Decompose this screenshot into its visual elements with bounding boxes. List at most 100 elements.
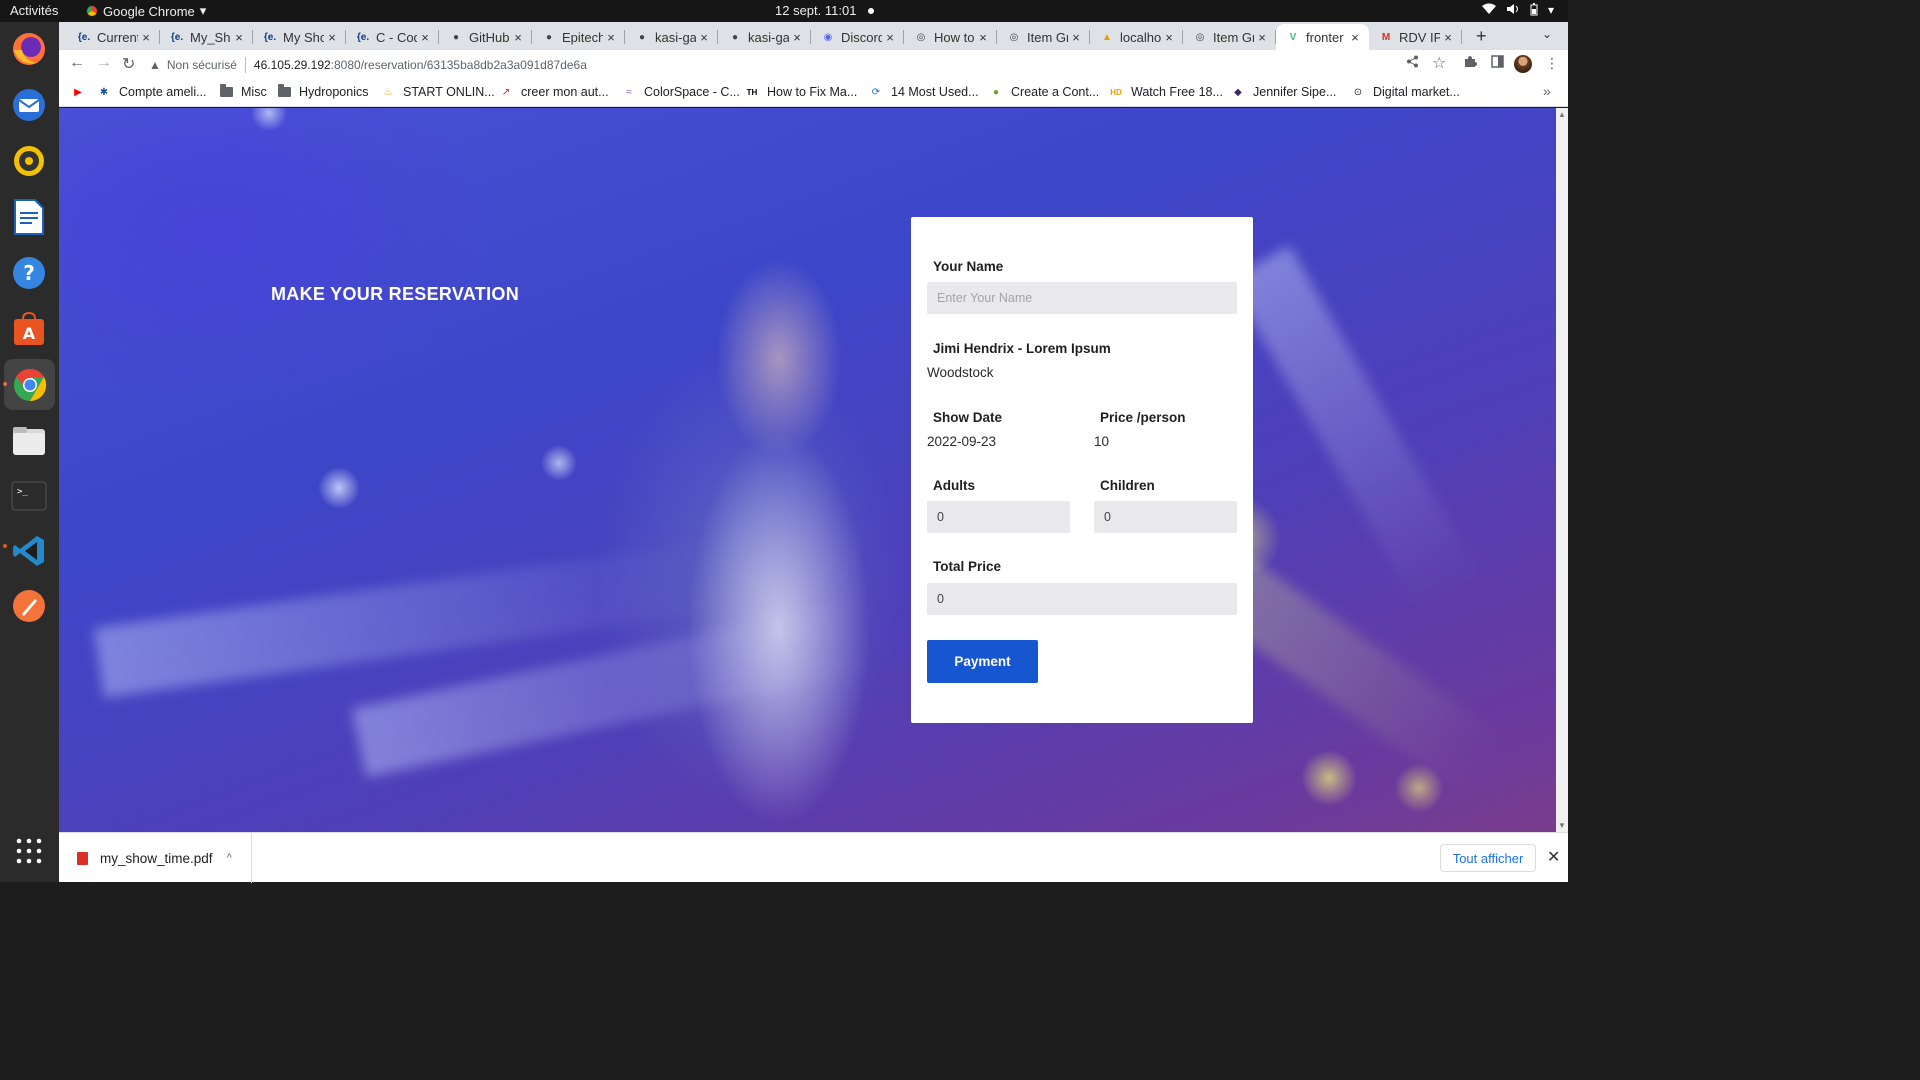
browser-tab[interactable]: ● kasi-ga × — [718, 24, 811, 50]
browser-tab[interactable]: M RDV IP × — [1369, 24, 1462, 50]
bookmark-star-icon[interactable]: ☆ — [1432, 53, 1446, 73]
folder-icon — [219, 84, 233, 99]
scroll-down-icon[interactable]: ▼ — [1558, 821, 1566, 830]
wifi-icon — [1481, 3, 1496, 19]
bookmark-item[interactable]: ▶ — [71, 85, 93, 99]
bookmarks-overflow-icon[interactable]: » — [1543, 83, 1551, 99]
tab-close-icon[interactable]: × — [138, 30, 154, 45]
ubuntu-software-icon[interactable]: A — [8, 308, 50, 350]
browser-toolbar: ← → ↻ ▲ Non sécurisé 46.105.29.192 :8080… — [59, 50, 1568, 80]
tab-close-icon[interactable]: × — [231, 30, 247, 45]
tab-close-icon[interactable]: × — [789, 30, 805, 45]
bookmark-item[interactable]: ◆ Jennifer Sipe... — [1231, 85, 1336, 99]
new-tab-button[interactable]: + — [1476, 26, 1487, 47]
thunderbird-icon[interactable] — [8, 84, 50, 126]
tab-close-icon[interactable]: × — [1254, 30, 1270, 45]
browser-tab[interactable]: ▲ localho × — [1090, 24, 1183, 50]
extensions-puzzle-icon[interactable] — [1464, 55, 1477, 71]
bookmark-item[interactable]: ⟳ 14 Most Used... — [869, 85, 979, 99]
address-bar[interactable]: ▲ Non sécurisé 46.105.29.192 :8080/reser… — [149, 52, 1469, 78]
tab-search-chevron-icon[interactable]: ⌄ — [1542, 27, 1552, 41]
tab-title: My_Sho — [190, 29, 231, 45]
vscode-icon[interactable] — [8, 530, 50, 572]
tab-title: My Sho — [283, 29, 324, 45]
help-icon[interactable]: ? — [8, 252, 50, 294]
download-item[interactable]: my_show_time.pdf ^ — [59, 833, 252, 883]
terminal-icon[interactable]: >_ — [8, 475, 50, 517]
browser-tab[interactable]: ◉ Discord × — [811, 24, 904, 50]
total-price-input[interactable] — [927, 583, 1237, 615]
browser-tab[interactable]: {e. My_Sho× — [160, 24, 253, 50]
browser-tab[interactable]: ◎ Item Gr × — [1183, 24, 1276, 50]
tab-close-icon[interactable]: × — [417, 30, 433, 45]
tab-close-icon[interactable]: × — [603, 30, 619, 45]
tab-close-icon[interactable]: × — [1161, 30, 1177, 45]
close-icon[interactable]: ✕ — [1547, 847, 1560, 867]
share-icon[interactable] — [1406, 55, 1419, 71]
activities-button[interactable]: Activités — [10, 3, 58, 18]
side-panel-icon[interactable] — [1491, 55, 1504, 71]
reload-icon[interactable]: ↻ — [122, 54, 135, 74]
browser-tab[interactable]: ● GitHub × — [439, 24, 532, 50]
system-tray[interactable]: ▾ — [1481, 3, 1554, 19]
bookmark-label: Hydroponics — [299, 85, 369, 99]
bookmark-item[interactable]: HD Watch Free 18... — [1109, 85, 1223, 99]
bookmark-item[interactable]: ↗ creer mon aut... — [499, 85, 609, 99]
tab-close-icon[interactable]: × — [510, 30, 526, 45]
children-input[interactable] — [1094, 501, 1237, 533]
svg-text:>_: >_ — [17, 487, 28, 497]
bookmark-item[interactable]: Hydroponics — [277, 84, 369, 99]
browser-tab[interactable]: {e. Current × — [67, 24, 160, 50]
tab-title: C - Cod — [376, 29, 417, 45]
name-input[interactable] — [927, 282, 1237, 314]
tab-title: fronter — [1306, 29, 1344, 45]
payment-button[interactable]: Payment — [927, 640, 1038, 683]
show-all-downloads-button[interactable]: Tout afficher — [1440, 844, 1536, 872]
libreoffice-writer-icon[interactable] — [8, 196, 50, 238]
rhythmbox-icon[interactable] — [8, 140, 50, 182]
kebab-menu-icon[interactable]: ⋮ — [1545, 55, 1559, 72]
security-status[interactable]: Non sécurisé — [167, 58, 237, 72]
bookmark-item[interactable]: ≈ ColorSpace - C... — [622, 85, 740, 99]
profile-avatar[interactable] — [1514, 55, 1532, 73]
tab-close-icon[interactable]: × — [882, 30, 898, 45]
globe-icon: ◎ — [916, 31, 926, 43]
bookmark-item[interactable]: ● Create a Cont... — [989, 85, 1099, 99]
tab-title: Current — [97, 29, 138, 45]
back-arrow-icon[interactable]: ← — [69, 54, 85, 72]
adults-input[interactable] — [927, 501, 1070, 533]
browser-tab[interactable]: {e. My Sho × — [253, 24, 346, 50]
clock[interactable]: 12 sept. 11:01 — [775, 3, 875, 18]
browser-tab[interactable]: ● kasi-ga × — [625, 24, 718, 50]
tab-close-icon[interactable]: × — [324, 30, 340, 45]
bookmark-item[interactable]: ♨ START ONLIN... — [381, 85, 495, 99]
url-host: 46.105.29.192 — [253, 58, 331, 72]
bookmark-item[interactable]: ⊙ Digital market... — [1351, 85, 1460, 99]
tab-close-icon[interactable]: × — [1440, 30, 1456, 45]
tab-close-icon[interactable]: × — [975, 30, 991, 45]
browser-tab[interactable]: ◎ Item Gr × — [997, 24, 1090, 50]
bookmark-item[interactable]: ✱ Compte ameli... — [97, 85, 207, 99]
github-icon: ● — [638, 31, 646, 43]
tab-close-icon[interactable]: × — [1347, 30, 1363, 45]
forward-arrow-icon[interactable]: → — [96, 54, 112, 72]
tab-close-icon[interactable]: × — [1068, 30, 1084, 45]
browser-tab[interactable]: {e. C - Cod × — [346, 24, 439, 50]
scroll-up-icon[interactable]: ▲ — [1558, 110, 1566, 119]
bookmark-item[interactable]: Misc — [219, 84, 267, 99]
firefox-icon[interactable] — [8, 28, 50, 70]
chevron-up-icon[interactable]: ^ — [227, 852, 232, 864]
chrome-icon[interactable] — [4, 359, 55, 410]
tab-title: Epitech — [562, 29, 603, 45]
bookmark-label: creer mon aut... — [521, 85, 609, 99]
browser-tab[interactable]: ◎ How to × — [904, 24, 997, 50]
bookmark-item[interactable]: TH How to Fix Ma... — [745, 85, 858, 99]
page-scrollbar[interactable]: ▲ ▼ — [1556, 108, 1568, 832]
tab-close-icon[interactable]: × — [696, 30, 712, 45]
browser-tab[interactable]: ● Epitech × — [532, 24, 625, 50]
show-applications-icon[interactable] — [8, 830, 50, 872]
files-icon[interactable] — [8, 420, 50, 462]
browser-tab[interactable]: Vfronter × — [1276, 24, 1369, 50]
app-menu[interactable]: Google Chrome ▾ — [86, 3, 206, 19]
editor-pen-icon[interactable] — [8, 585, 50, 627]
